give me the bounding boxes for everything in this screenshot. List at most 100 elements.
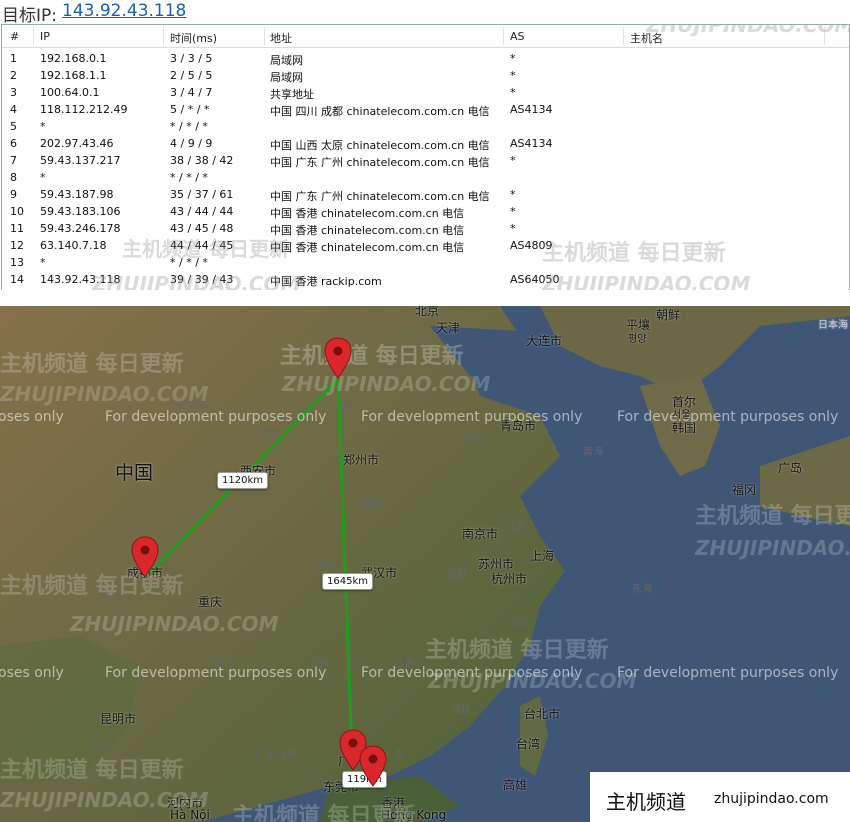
map-label-zhengzhou: 郑州市 (343, 453, 380, 467)
cell-addr: 中国 香港 chinatelecom.com.cn 电信 (270, 241, 465, 254)
province-label: 江苏 (506, 522, 526, 533)
table-row[interactable]: 10 59.43.183.106 43 / 44 / 44 中国 香港 chinate… (2, 203, 849, 220)
map-label-kaohsiung: 高雄 (503, 778, 528, 792)
cell-time: 3 / 3 / 5 (170, 52, 213, 65)
cell-time: 38 / 38 / 42 (170, 154, 234, 167)
route-map[interactable]: oses only For development purposes only … (0, 306, 850, 822)
dev-overlay-text: For development purposes only (617, 409, 839, 425)
dev-overlay-text: oses only (0, 409, 64, 425)
cell-as: * (510, 222, 516, 235)
cell-ip: 59.43.137.217 (40, 154, 121, 167)
cell-n: 7 (10, 154, 17, 167)
cell-as: * (510, 52, 516, 65)
map-label-tianjin: 天津 (436, 321, 461, 335)
cell-ip: 192.168.1.1 (40, 69, 107, 82)
logo-text-en: zhujipindao.com (714, 791, 829, 807)
cell-ip: 100.64.0.1 (40, 86, 100, 99)
province-label: 山东 (465, 433, 485, 444)
col-address[interactable]: 地址 (270, 30, 292, 46)
cell-as: AS4134 (510, 103, 553, 116)
table-row[interactable]: 13 * * / * / * (2, 254, 849, 271)
cell-n: 3 (10, 86, 17, 99)
cell-addr: 中国 香港 rackip.com (270, 275, 382, 288)
column-divider (33, 27, 34, 45)
cell-ip: 59.43.187.98 (40, 188, 114, 201)
column-divider (264, 27, 265, 45)
location-pin-icon[interactable] (131, 536, 159, 578)
column-divider (163, 27, 164, 45)
province-label: 宁夏 回族 (166, 400, 210, 411)
cell-time: 44 / 44 / 45 (170, 239, 234, 252)
province-label: 四川 (98, 590, 118, 601)
column-divider (824, 27, 825, 45)
cell-time: 43 / 45 / 48 (170, 222, 234, 235)
map-label-pyongyang-ko: 평양 (628, 334, 647, 345)
province-label: 贵州 (215, 658, 235, 669)
map-label-hangzhou: 杭州市 (491, 572, 528, 586)
cell-as: * (510, 188, 516, 201)
map-label-dalian: 大连市 (526, 334, 563, 348)
table-row[interactable]: 7 59.43.137.217 38 / 38 / 42 中国 广东 广州 china… (2, 152, 849, 169)
table-row[interactable]: 6 202.97.43.46 4 / 9 / 9 中国 山西 太原 chinatele… (2, 135, 849, 152)
map-label-taipei: 台北市 (524, 707, 561, 721)
dev-overlay-text: For development purposes only (361, 409, 583, 425)
cell-time: 2 / 5 / 5 (170, 69, 213, 82)
location-pin-icon[interactable] (324, 337, 352, 379)
cell-as: AS4134 (510, 137, 553, 150)
cell-addr: 中国 香港 chinatelecom.com.cn 电信 (270, 207, 465, 220)
cell-n: 9 (10, 188, 17, 201)
table-row[interactable]: 11 59.43.246.178 43 / 45 / 48 中国 香港 chinate… (2, 220, 849, 237)
table-row[interactable]: 8 * * / * / * (2, 169, 849, 186)
cell-ip: 118.112.212.49 (40, 103, 128, 116)
map-label-korea: 韩国 (672, 421, 697, 435)
col-ip[interactable]: IP (40, 30, 50, 43)
cell-addr: 中国 广东 广州 chinatelecom.com.cn 电信 (270, 156, 490, 169)
target-ip-header: 目标IP: 143.92.43.118 (0, 0, 850, 26)
province-label: 湖北 (315, 561, 335, 572)
table-row[interactable]: 3 100.64.0.1 3 / 4 / 7 共享地址 * (2, 84, 849, 101)
cell-addr: 共享地址 (270, 88, 314, 101)
map-label-china: 中国 (115, 462, 154, 484)
cell-n: 1 (10, 52, 17, 65)
cell-time: 4 / 9 / 9 (170, 137, 213, 150)
col-time[interactable]: 时间(ms) (170, 30, 217, 46)
cell-as: * (510, 86, 516, 99)
map-label-kunming: 昆明市 (100, 712, 137, 726)
cell-n: 8 (10, 171, 17, 184)
table-row[interactable]: 12 63.140.7.18 44 / 44 / 45 中国 香港 chinatele… (2, 237, 849, 254)
table-row[interactable]: 5 * * / * / * (2, 118, 849, 135)
location-pin-icon[interactable] (359, 745, 387, 787)
table-row[interactable]: 1 192.168.0.1 3 / 3 / 5 局域网 * (2, 50, 849, 67)
cell-addr: 局域网 (270, 71, 303, 84)
cell-ip: * (40, 171, 46, 184)
col-as[interactable]: AS (510, 30, 525, 43)
cell-time: 5 / * / * (170, 103, 210, 116)
cell-ip: 59.43.183.106 (40, 205, 121, 218)
cell-time: * / * / * (170, 120, 208, 133)
cell-n: 11 (10, 222, 24, 235)
target-ip-link[interactable]: 143.92.43.118 (62, 1, 186, 21)
col-index[interactable]: # (10, 30, 19, 43)
cell-ip: 143.92.43.118 (40, 273, 121, 286)
table-row[interactable]: 14 143.92.43.118 39 / 39 / 43 中国 香港 rackip.… (2, 271, 849, 288)
province-label: 广西壮族 (257, 750, 297, 761)
table-row[interactable]: 4 118.112.212.49 5 / * / * 中国 四川 成都 chinate… (2, 101, 849, 118)
province-label: 江西 (395, 659, 415, 670)
cell-n: 4 (10, 103, 17, 116)
cell-ip: * (40, 120, 46, 133)
table-row[interactable]: 9 59.43.187.98 35 / 37 / 61 中国 广东 广州 chinat… (2, 186, 849, 203)
cell-addr: 中国 广东 广州 chinatelecom.com.cn 电信 (270, 190, 490, 203)
map-label-sea-of-japan: 日本海 (818, 320, 848, 331)
cell-as: * (510, 154, 516, 167)
cell-ip: 192.168.0.1 (40, 52, 107, 65)
province-label: 东 (395, 750, 405, 761)
traceroute-table: # IP 时间(ms) 地址 AS 主机名 1 192.168.0.1 3 / 3 … (1, 24, 850, 292)
col-hostname[interactable]: 主机名 (630, 30, 663, 46)
province-label: 山西 (331, 402, 351, 413)
cell-n: 10 (10, 205, 24, 218)
table-row[interactable]: 2 192.168.1.1 2 / 5 / 5 局域网 * (2, 67, 849, 84)
table-header: # IP 时间(ms) 地址 AS 主机名 (2, 25, 849, 48)
cell-as: AS4809 (510, 239, 553, 252)
map-label-chongqing: 重庆 (198, 595, 223, 609)
province-label: 湖南 (311, 659, 331, 670)
